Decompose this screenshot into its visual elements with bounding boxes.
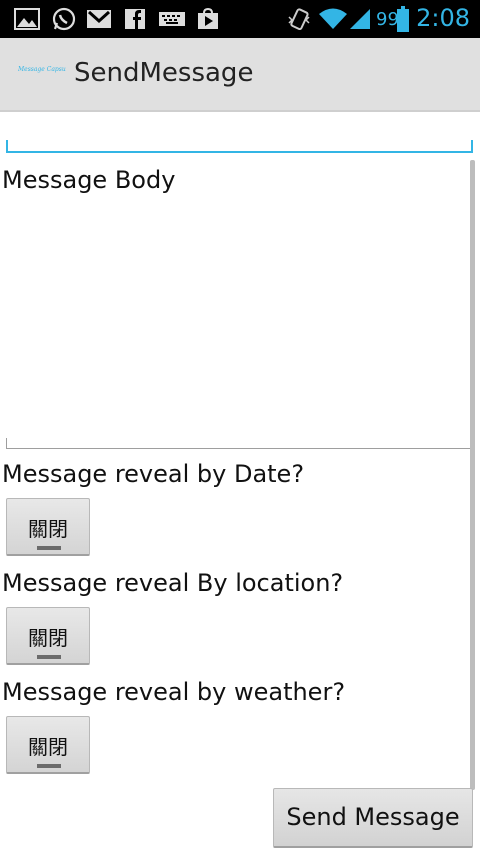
clock: 2:08	[416, 4, 470, 32]
toggle-indicator	[37, 546, 61, 550]
vibrate-icon	[286, 7, 312, 31]
wifi-icon	[318, 7, 348, 31]
reveal-weather-label: Message reveal by weather?	[2, 678, 346, 706]
gallery-icon	[14, 7, 40, 31]
toggle-indicator	[37, 655, 61, 659]
keyboard-icon	[158, 7, 186, 31]
send-message-button[interactable]: Send Message	[273, 788, 473, 848]
reveal-weather-toggle[interactable]: 關閉	[6, 716, 90, 774]
reveal-location-toggle[interactable]: 關閉	[6, 607, 90, 665]
reveal-date-toggle-label: 關閉	[28, 517, 68, 541]
whatsapp-icon	[52, 7, 76, 31]
message-body-input[interactable]: Message Body	[0, 160, 474, 450]
send-message-button-label: Send Message	[286, 803, 460, 831]
battery-icon	[397, 6, 409, 32]
facebook-icon	[124, 7, 146, 31]
message-body-underline	[6, 438, 473, 449]
message-body-placeholder: Message Body	[2, 166, 176, 194]
recipient-input[interactable]	[6, 140, 473, 153]
page-title: SendMessage	[74, 58, 254, 88]
app-logo[interactable]: Message Capsule	[18, 66, 66, 78]
gmail-icon	[86, 7, 112, 31]
toggle-indicator	[37, 764, 61, 768]
battery-percent: 99	[376, 9, 399, 30]
reveal-location-toggle-label: 關閉	[28, 626, 68, 650]
reveal-location-label: Message reveal By location?	[2, 569, 344, 597]
scrollbar[interactable]	[470, 160, 475, 790]
signal-icon	[348, 7, 372, 31]
action-bar: Message Capsule SendMessage	[0, 38, 480, 112]
play-store-icon	[196, 7, 220, 31]
status-bar: 99 2:08	[0, 0, 480, 38]
reveal-date-toggle[interactable]: 關閉	[6, 498, 90, 556]
reveal-weather-toggle-label: 關閉	[28, 735, 68, 759]
reveal-date-label: Message reveal by Date?	[2, 460, 305, 488]
